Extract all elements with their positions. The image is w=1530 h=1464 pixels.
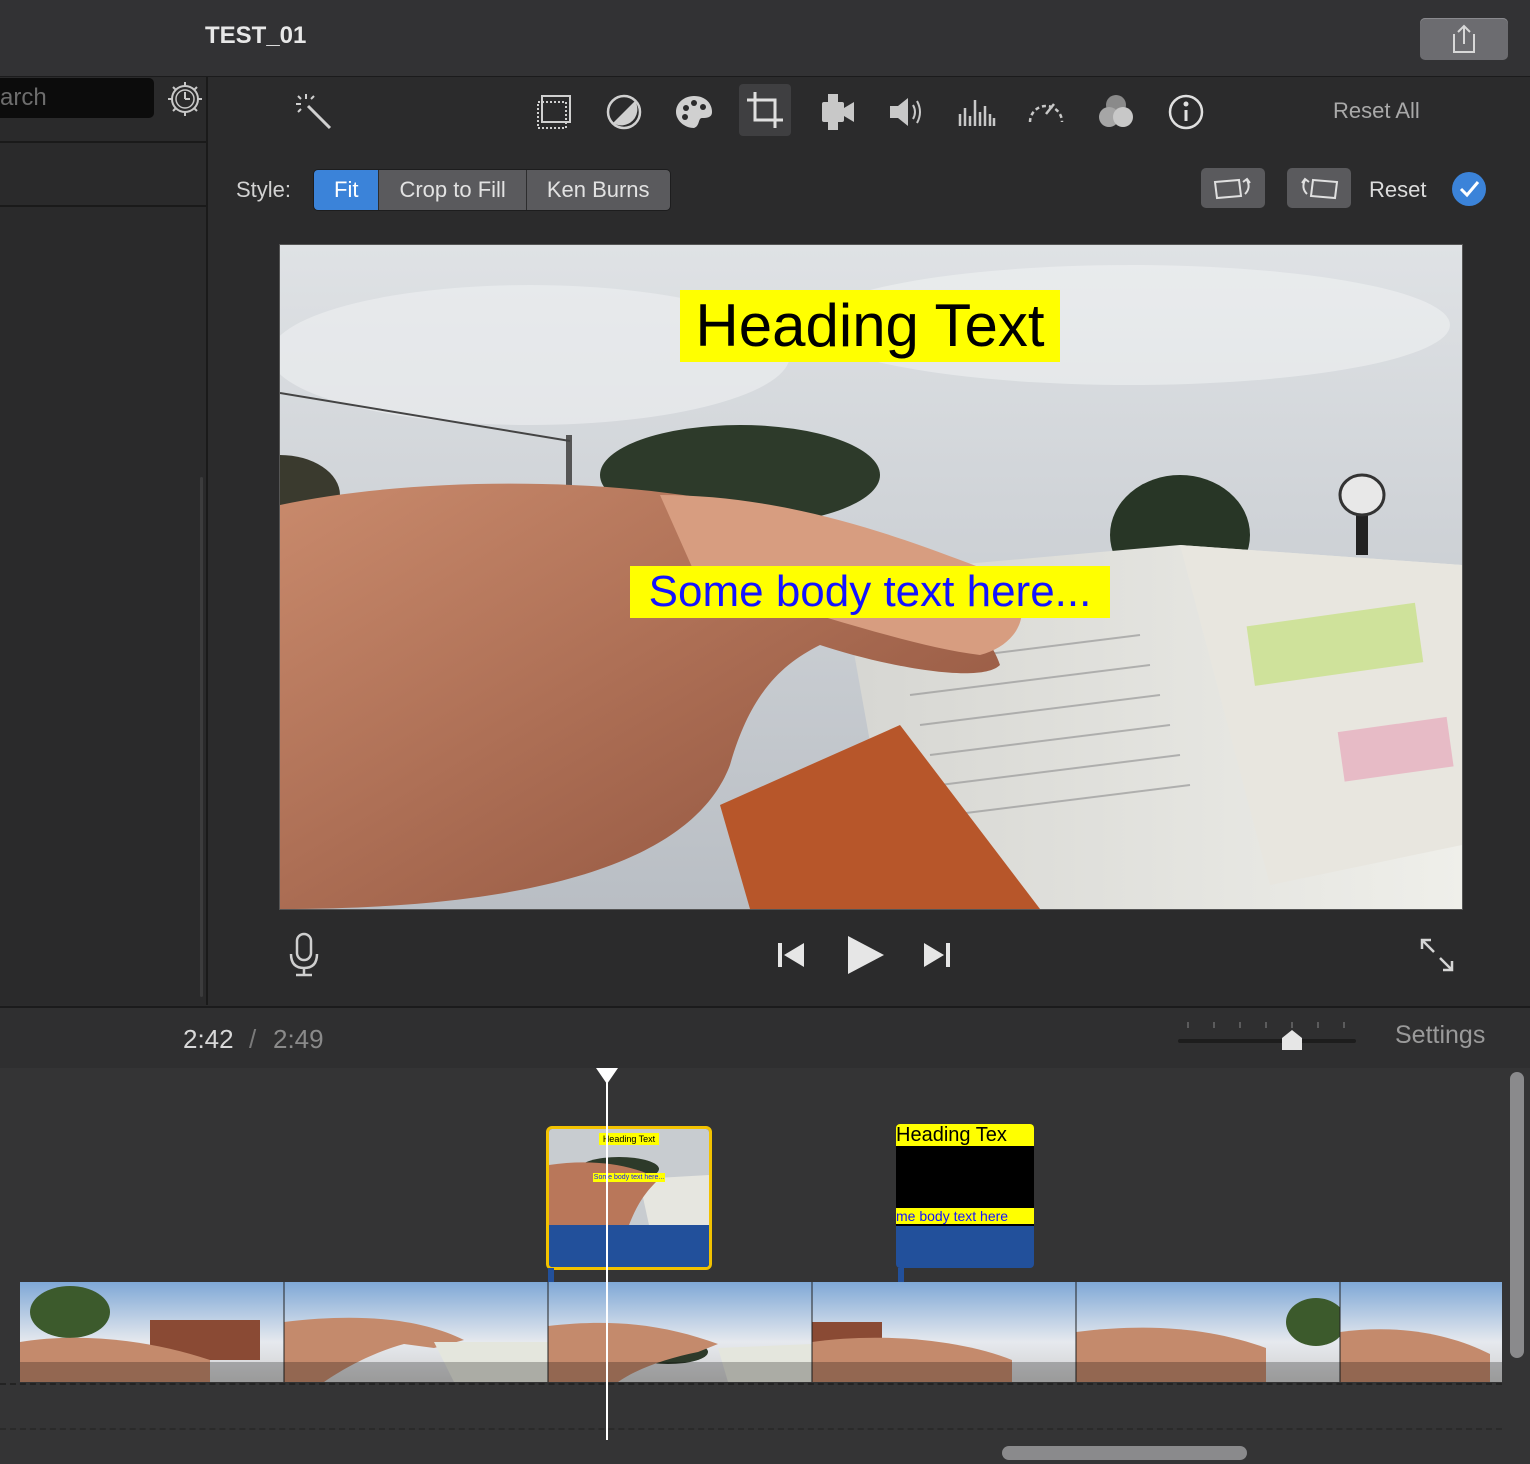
info-icon — [1168, 94, 1204, 130]
music-track-divider — [0, 1428, 1502, 1430]
reset-all-button[interactable]: Reset All — [1333, 98, 1420, 124]
search-settings-button[interactable] — [166, 80, 204, 118]
color-correction-icon — [606, 94, 642, 130]
skip-back-icon — [778, 943, 804, 967]
color-palette-icon — [676, 96, 712, 128]
project-title: TEST_01 — [205, 22, 307, 49]
main-video-clip[interactable] — [20, 1282, 1502, 1382]
fullscreen-button[interactable] — [1418, 936, 1456, 974]
clip1-body-text: Some body text here... — [593, 1173, 665, 1182]
clip-filter-icon — [1099, 95, 1133, 127]
sidebar-scrollbar[interactable] — [200, 477, 203, 997]
timeline-vertical-scrollbar[interactable] — [1510, 1072, 1524, 1358]
current-time: 2:42 — [183, 1024, 234, 1054]
reset-crop-button[interactable]: Reset — [1369, 177, 1426, 203]
color-balance-button[interactable] — [530, 88, 578, 136]
gear-icon — [168, 82, 202, 116]
magic-wand-button[interactable] — [290, 88, 338, 136]
clip1-heading-text: Heading Text — [599, 1133, 659, 1145]
playhead[interactable] — [606, 1068, 608, 1440]
clip2-body-text: me body text here — [896, 1208, 1034, 1224]
skip-back-button[interactable] — [774, 938, 808, 972]
rotate-counterclockwise-icon — [1213, 177, 1251, 200]
sidebar-divider — [0, 205, 206, 207]
style-crop-to-fill-button[interactable]: Crop to Fill — [379, 170, 527, 210]
style-label: Style: — [236, 177, 292, 202]
total-duration: 2:49 — [273, 1024, 324, 1054]
filmstrip-thumbnails — [20, 1282, 1502, 1382]
apply-crop-button[interactable] — [1452, 172, 1486, 206]
equalizer-button[interactable] — [952, 88, 1000, 136]
title-clip-selected[interactable]: Heading Text Some body text here... — [546, 1126, 712, 1270]
color-correction-button[interactable] — [600, 88, 648, 136]
color-balance-icon — [537, 95, 571, 129]
clip2-heading-text: Heading Tex — [896, 1124, 1034, 1146]
timeline[interactable] — [0, 1068, 1530, 1464]
title-clip[interactable]: Heading Tex me body text here — [896, 1124, 1034, 1268]
expand-icon — [1420, 938, 1454, 972]
playhead-handle[interactable] — [596, 1068, 618, 1084]
clip-filter-button[interactable] — [1092, 88, 1140, 136]
checkmark-icon — [1459, 181, 1480, 198]
style-ken-burns-button[interactable]: Ken Burns — [526, 170, 670, 210]
search-input[interactable] — [0, 78, 154, 118]
play-button[interactable] — [842, 932, 888, 978]
skip-forward-button[interactable] — [920, 938, 954, 972]
share-icon — [1453, 24, 1475, 53]
volume-button[interactable] — [882, 88, 930, 136]
time-separator: / — [249, 1024, 257, 1054]
volume-icon — [890, 98, 921, 126]
crop-icon — [747, 92, 783, 128]
rotate-left-button[interactable] — [1201, 168, 1265, 208]
library-sidebar — [0, 77, 208, 1005]
timeline-settings-button[interactable]: Settings — [1395, 1021, 1485, 1050]
play-icon — [848, 936, 884, 974]
timeline-horizontal-scrollbar[interactable] — [1002, 1446, 1247, 1460]
body-text-overlay: Some body text here... — [630, 566, 1110, 618]
rotate-clockwise-icon — [1301, 177, 1339, 200]
stabilization-button[interactable] — [812, 88, 860, 136]
rotate-right-button[interactable] — [1287, 168, 1351, 208]
share-button[interactable] — [1420, 18, 1508, 60]
timeline-zoom-slider[interactable] — [1178, 1018, 1356, 1052]
audio-track-divider — [0, 1383, 1502, 1385]
style-fit-button[interactable]: Fit — [314, 170, 380, 210]
noise-reduction-icon — [958, 100, 996, 126]
info-button[interactable] — [1162, 88, 1210, 136]
stabilization-icon — [822, 94, 854, 130]
title-clip-bar — [896, 1226, 1034, 1268]
zoom-slider-track — [1178, 1022, 1356, 1050]
crop-button[interactable] — [739, 84, 791, 136]
speed-button[interactable] — [1022, 88, 1070, 136]
skip-forward-icon — [924, 943, 950, 967]
color-palette-button[interactable] — [670, 88, 718, 136]
title-clip-bar — [549, 1225, 709, 1267]
style-segmented-control: Fit Crop to Fill Ken Burns — [313, 169, 671, 211]
microphone-icon — [289, 932, 319, 977]
voiceover-button[interactable] — [286, 932, 322, 978]
speed-icon — [1028, 103, 1064, 123]
heading-text-overlay: Heading Text — [680, 290, 1060, 362]
magic-wand-icon — [296, 94, 332, 130]
